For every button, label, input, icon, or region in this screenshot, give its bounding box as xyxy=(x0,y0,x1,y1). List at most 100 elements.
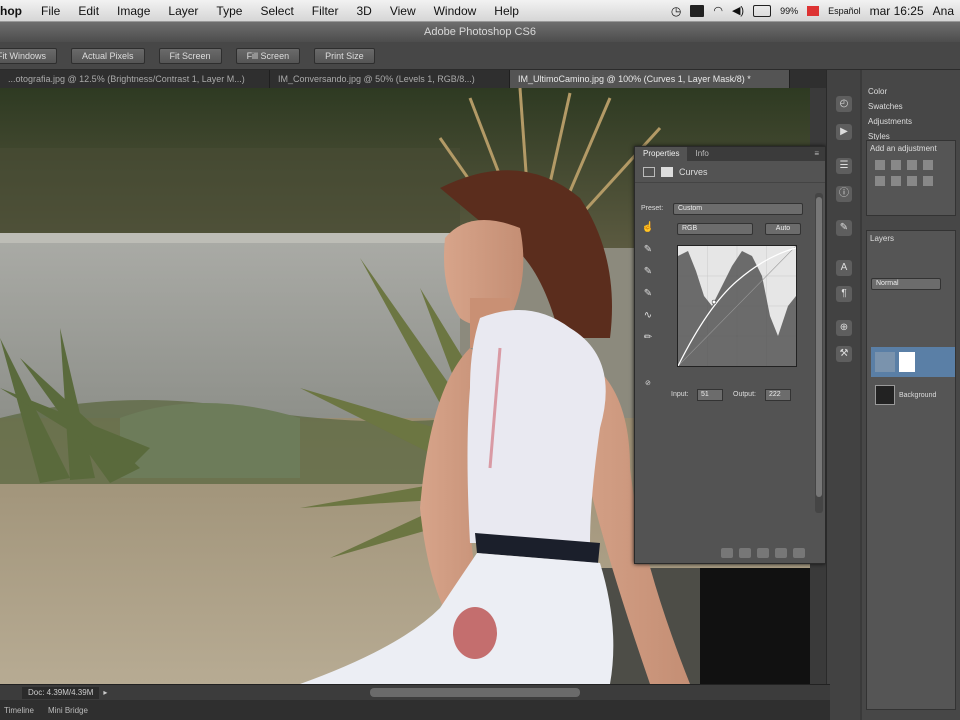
info-icon[interactable]: ⓘ xyxy=(836,186,852,202)
menu-layer[interactable]: Layer xyxy=(159,4,207,18)
paragraph-icon[interactable]: ¶ xyxy=(836,286,852,302)
bottom-panel-tabs: Timeline Mini Bridge xyxy=(0,700,830,720)
menu-3d[interactable]: 3D xyxy=(347,4,380,18)
panel-tabs: Properties Info ≡ xyxy=(635,147,825,161)
panel-footer xyxy=(635,543,825,563)
display-icon[interactable] xyxy=(690,4,705,17)
battery-icon[interactable] xyxy=(753,4,772,17)
menu-window[interactable]: Window xyxy=(425,4,486,18)
adjustments-box: Add an adjustment xyxy=(866,140,956,216)
menu-type[interactable]: Type xyxy=(207,4,251,18)
tab-mini-bridge[interactable]: Mini Bridge xyxy=(48,706,88,715)
curves-tools: ☝ ✎ ✎ ✎ ∿ ✏ xyxy=(641,221,659,353)
gray-eyedropper-icon[interactable]: ✎ xyxy=(641,265,655,279)
menu-view[interactable]: View xyxy=(381,4,425,18)
doc-tab-3[interactable]: IM_UltimoCamino.jpg @ 100% (Curves 1, La… xyxy=(510,70,790,88)
white-eyedropper-icon[interactable]: ✎ xyxy=(641,287,655,301)
auto-button[interactable]: Auto xyxy=(765,223,801,235)
color-balance-icon[interactable] xyxy=(907,176,917,186)
layers-tab[interactable]: Layers xyxy=(867,231,955,246)
vibrance-icon[interactable] xyxy=(875,176,885,186)
mask-thumb xyxy=(899,352,915,372)
clip-to-layer-icon[interactable] xyxy=(721,548,733,558)
user-menu[interactable]: Ana xyxy=(933,4,954,18)
levels-icon[interactable] xyxy=(891,160,901,170)
volume-icon[interactable]: ◀) xyxy=(732,4,744,17)
layer-row-background[interactable]: Background xyxy=(871,381,955,409)
output-field[interactable]: 222 xyxy=(765,389,791,401)
trash-icon[interactable] xyxy=(793,548,805,558)
wifi-icon[interactable]: ◠ xyxy=(713,4,723,17)
status-area: ◷ ◠ ◀) 99% Español mar 16:25 Ana xyxy=(671,4,960,18)
output-label: Output: xyxy=(733,391,756,398)
layer-mask-icon[interactable] xyxy=(661,166,673,177)
properties-icon[interactable]: ☰ xyxy=(836,158,852,174)
tab-swatches[interactable]: Swatches xyxy=(862,99,960,114)
reset-icon[interactable] xyxy=(757,548,769,558)
scrollbar-thumb[interactable] xyxy=(816,197,822,497)
tab-info[interactable]: Info xyxy=(687,147,716,161)
curve-point-icon[interactable]: ∿ xyxy=(641,309,655,323)
fit-windows-button[interactable]: Fit Windows xyxy=(0,47,58,64)
menu-filter[interactable]: Filter xyxy=(303,4,348,18)
channel-select[interactable]: RGB xyxy=(677,223,753,235)
doc-tab-1[interactable]: ...otografia.jpg @ 12.5% (Brightness/Con… xyxy=(0,70,270,88)
tab-color[interactable]: Color xyxy=(862,84,960,99)
target-adjust-icon[interactable]: ☝ xyxy=(641,221,655,235)
panel-scrollbar[interactable] xyxy=(815,193,823,513)
curves-title: Curves xyxy=(679,166,708,177)
menu-help[interactable]: Help xyxy=(485,4,528,18)
horizontal-scrollbar[interactable] xyxy=(370,688,580,697)
input-field[interactable]: 51 xyxy=(697,389,723,401)
panel-menu-icon[interactable]: ≡ xyxy=(808,147,825,161)
add-adjustment-label: Add an adjustment xyxy=(870,144,937,153)
battery-percent: 99% xyxy=(780,5,799,16)
black-eyedropper-icon[interactable]: ✎ xyxy=(641,243,655,257)
status-arrow-icon[interactable]: ▸ xyxy=(103,688,107,697)
hue-icon[interactable] xyxy=(891,176,901,186)
exposure-icon[interactable] xyxy=(923,160,933,170)
menu-edit[interactable]: Edit xyxy=(69,4,108,18)
status-bar: Doc: 4.39M/4.39M ▸ xyxy=(0,684,830,700)
preset-select[interactable]: Custom xyxy=(673,203,803,215)
curves-graph[interactable] xyxy=(677,245,797,367)
tab-adjustments[interactable]: Adjustments xyxy=(862,114,960,129)
layers-panel: Layers Normal Background xyxy=(866,230,956,710)
history-icon[interactable]: ◴ xyxy=(836,96,852,112)
curves-icon[interactable] xyxy=(907,160,917,170)
menu-file[interactable]: File xyxy=(32,4,69,18)
tab-properties[interactable]: Properties xyxy=(635,147,688,161)
bw-icon[interactable] xyxy=(923,176,933,186)
blend-mode-select[interactable]: Normal xyxy=(871,278,941,290)
tool-presets-icon[interactable]: ⚒ xyxy=(836,346,852,362)
menu-select[interactable]: Select xyxy=(251,4,302,18)
doc-tab-2[interactable]: IM_Conversando.jpg @ 50% (Levels 1, RGB/… xyxy=(270,70,510,88)
actions-icon[interactable]: ▶ xyxy=(836,124,852,140)
print-size-button[interactable]: Print Size xyxy=(314,47,375,64)
language-label[interactable]: Español xyxy=(828,6,861,16)
tab-timeline[interactable]: Timeline xyxy=(4,706,34,715)
eye-icon[interactable] xyxy=(739,548,751,558)
curves-header: Curves xyxy=(635,161,825,183)
app-menu[interactable]: hop xyxy=(0,4,32,18)
input-label: Input: xyxy=(671,391,689,398)
brightness-icon[interactable] xyxy=(875,160,885,170)
fill-screen-button[interactable]: Fill Screen xyxy=(235,47,301,64)
clip-icon[interactable]: ⊘ xyxy=(645,379,651,387)
language-flag-icon[interactable] xyxy=(807,5,820,16)
window-titlebar: Adobe Photoshop CS6 xyxy=(0,22,960,42)
doc-tab-label: IM_UltimoCamino.jpg @ 100% (Curves 1, La… xyxy=(518,74,751,84)
fit-screen-button[interactable]: Fit Screen xyxy=(158,47,222,64)
time-machine-icon[interactable]: ◷ xyxy=(671,4,681,18)
preset-label: Preset: xyxy=(641,205,664,212)
visibility-icon[interactable] xyxy=(775,548,787,558)
menu-image[interactable]: Image xyxy=(108,4,159,18)
brush-icon[interactable]: ✎ xyxy=(836,220,852,236)
clone-source-icon[interactable]: ⊕ xyxy=(836,320,852,336)
layer-row-curves[interactable] xyxy=(871,347,955,377)
character-icon[interactable]: A xyxy=(836,260,852,276)
pencil-icon[interactable]: ✏ xyxy=(641,331,655,345)
actual-pixels-button[interactable]: Actual Pixels xyxy=(71,47,145,64)
doc-size[interactable]: Doc: 4.39M/4.39M xyxy=(22,686,100,699)
clock[interactable]: mar 16:25 xyxy=(870,4,924,18)
